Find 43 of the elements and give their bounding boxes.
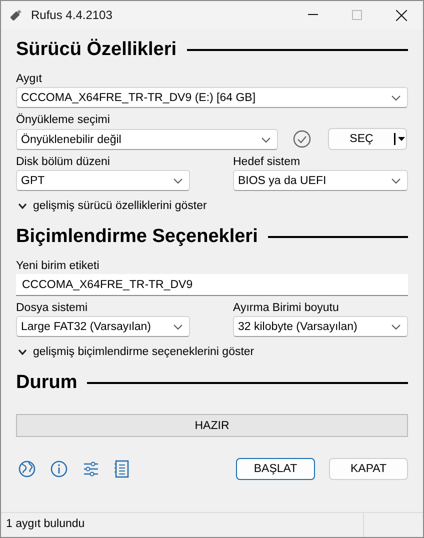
field-label: Dosya sistemi [16,302,89,314]
section-heading: Durum [16,372,78,394]
progress-bar: HAZIR [16,414,408,437]
field-label: Disk bölüm düzeni [16,156,111,168]
select-split-button[interactable]: SEÇ [328,128,407,150]
partition-scheme-dropdown[interactable]: GPT [16,170,190,191]
close-dialog-button[interactable]: KAPAT [329,458,408,480]
usb-drive-icon [9,8,23,22]
close-icon [396,10,406,20]
chevron-down-icon [173,324,183,330]
chevron-down-icon [391,324,401,330]
minimize-icon [308,14,318,16]
section-heading: Biçimlendirme Seçenekleri [16,226,258,248]
boot-selection-dropdown[interactable]: Önyüklenebilir değil [16,129,278,150]
globe-icon[interactable] [18,460,36,478]
chevron-down-icon [18,349,27,355]
volume-label-field[interactable]: CCCOMA_X64FRE_TR-TR_DV9 [16,274,408,296]
device-dropdown[interactable]: CCCOMA_X64FRE_TR-TR_DV9 (E:) [64 GB] [16,87,408,108]
field-label: Aygıt [16,73,43,85]
section-heading: Sürücü Özellikleri [16,39,176,61]
chevron-down-icon [391,94,401,100]
chevron-down-icon [391,178,401,184]
field-label: Önyükleme seçimi [16,114,111,126]
chevron-down-icon [173,178,183,184]
target-system-dropdown[interactable]: BIOS ya da UEFI [233,170,408,191]
field-label: Yeni birim etiketi [16,260,100,272]
advanced-options-toggle[interactable]: gelişmiş biçimlendirme seçeneklerini göster [18,346,408,358]
field-label: Hedef sistem [233,156,302,168]
cluster-size-dropdown[interactable]: 32 kilobyte (Varsayılan) [233,316,408,337]
advanced-options-toggle[interactable]: gelişmiş sürücü özelliklerini göster [18,200,408,212]
settings-icon[interactable] [82,460,100,478]
status-text: 1 aygıt bulundu [5,517,86,532]
field-label: Ayırma Birimi boyutu [233,302,340,314]
caret-icon [394,132,406,146]
chevron-down-icon [261,136,271,142]
file-system-dropdown[interactable]: Large FAT32 (Varsayılan) [16,316,190,337]
log-icon[interactable] [114,460,130,478]
window-title: Rufus 4.4.2103 [31,8,114,22]
start-button[interactable]: BAŞLAT [236,458,315,480]
chevron-down-icon [18,203,27,209]
info-icon[interactable] [50,460,68,478]
check-circle-icon[interactable] [293,130,311,148]
maximize-icon [352,10,362,20]
